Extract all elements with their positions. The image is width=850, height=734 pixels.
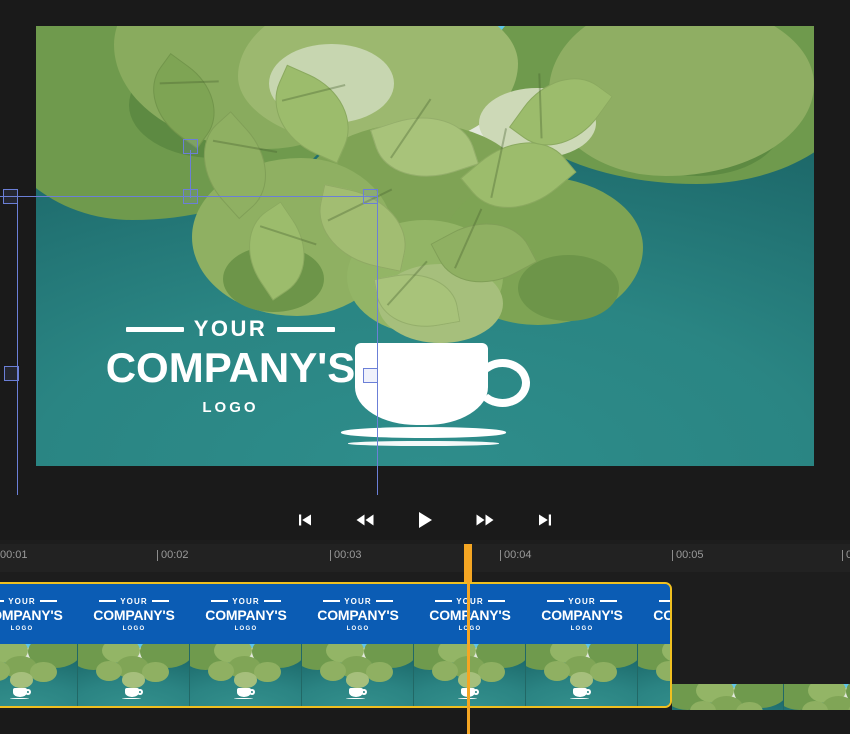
clip-logo-top: YOUR <box>568 596 596 606</box>
filmstrip-thumbnail[interactable] <box>0 644 78 706</box>
ruler-tick: 00:02 <box>157 550 189 561</box>
clip-logo-sub: LOGO <box>234 625 258 632</box>
clip-logo-main: COMPANY'S <box>93 606 175 623</box>
ruler-tick: 00:04 <box>500 550 532 561</box>
clip-logo-cell: YOUR COMPANY'S LOGO <box>414 597 526 632</box>
ruler-tick-label: 00:02 <box>161 549 189 561</box>
timeline-ruler[interactable]: 00:01 00:02 00:03 00:04 00:05 00:06 <box>0 544 850 572</box>
ruler-tick-label: 00:01 <box>0 549 28 561</box>
rewind-button[interactable] <box>352 509 378 531</box>
clip-logo-sub: LOGO <box>346 625 370 632</box>
filmstrip-thumbnail[interactable] <box>78 644 190 706</box>
playback-controls-bar <box>0 500 850 540</box>
clip-logo-sub: LOGO <box>122 625 146 632</box>
clip-logo-top: YOUR <box>120 596 148 606</box>
filmstrip-thumbnail[interactable] <box>526 644 638 706</box>
filmstrip-thumbnail[interactable] <box>414 644 526 706</box>
clip-logo-sub: LOGO <box>570 625 594 632</box>
filmstrip-thumbnail[interactable] <box>302 644 414 706</box>
clip-logo-main: COMPANY'S <box>429 606 511 623</box>
play-button[interactable] <box>412 509 438 531</box>
ruler-tick-label: 00:05 <box>676 549 704 561</box>
ruler-tick: 00:03 <box>330 550 362 561</box>
clip-logo-cell: YOUR COMPANY'S LOGO <box>526 597 638 632</box>
video-canvas[interactable]: YOUR COMPANY'S LOGO <box>36 26 814 466</box>
empty-track-area[interactable] <box>0 710 850 734</box>
timeline-panel[interactable]: 00:01 00:02 00:03 00:04 00:05 00:06 <box>0 540 850 734</box>
clip-logo-top: YOUR <box>344 596 372 606</box>
clip-logo-top: YOUR <box>456 596 484 606</box>
clip-filmstrip[interactable] <box>0 644 670 706</box>
ruler-tick-label: 00:03 <box>334 549 362 561</box>
ruler-tick-label: 00:04 <box>504 549 532 561</box>
clip-title-band: YOUR COMPANY'S LOGO YOUR COMPANY'S LOGO … <box>0 584 670 644</box>
clip-logo-sub: LOGO <box>458 625 482 632</box>
selection-edge-left <box>17 196 18 495</box>
ruler-tick: 00:05 <box>672 550 704 561</box>
clip-logo-main: COMPANY'S <box>653 606 672 623</box>
skip-to-start-button[interactable] <box>292 509 318 531</box>
handle-top-left[interactable] <box>3 189 18 204</box>
coffee-cup-graphic <box>341 342 530 457</box>
fast-forward-button[interactable] <box>472 509 498 531</box>
clip-logo-main: COMPANY'S <box>541 606 623 623</box>
ruler-tick: 00:01 <box>0 550 28 561</box>
clip-logo-cell: YOUR COMPANY'S LOGO <box>190 597 302 632</box>
clip-track[interactable]: YOUR COMPANY'S LOGO YOUR COMPANY'S LOGO … <box>0 582 850 734</box>
video-preview-area: YOUR COMPANY'S LOGO <box>0 0 850 540</box>
clip-logo-top: YOUR <box>232 596 260 606</box>
clip-logo-top: YOUR <box>8 596 36 606</box>
timeline-clip-selected[interactable]: YOUR COMPANY'S LOGO YOUR COMPANY'S LOGO … <box>0 582 672 708</box>
clip-logo-main: COMPANY'S <box>317 606 399 623</box>
clip-logo-sub: LOGO <box>10 625 34 632</box>
skip-to-end-button[interactable] <box>532 509 558 531</box>
clip-logo-main: COMPANY'S <box>0 606 63 623</box>
clip-logo-cell: YOUR COMPANY'S LOGO <box>638 597 672 632</box>
handle-bottom-left[interactable] <box>4 366 19 381</box>
ruler-tick-label: 00:06 <box>846 549 850 561</box>
filmstrip-thumbnail[interactable] <box>190 644 302 706</box>
clip-logo-main: COMPANY'S <box>205 606 287 623</box>
clip-logo-cell: YOUR COMPANY'S LOGO <box>0 597 78 632</box>
clip-logo-cell: YOUR COMPANY'S LOGO <box>78 597 190 632</box>
filmstrip-thumbnail[interactable] <box>638 644 670 706</box>
clip-logo-cell: YOUR COMPANY'S LOGO <box>302 597 414 632</box>
ruler-tick: 00:06 <box>842 550 850 561</box>
